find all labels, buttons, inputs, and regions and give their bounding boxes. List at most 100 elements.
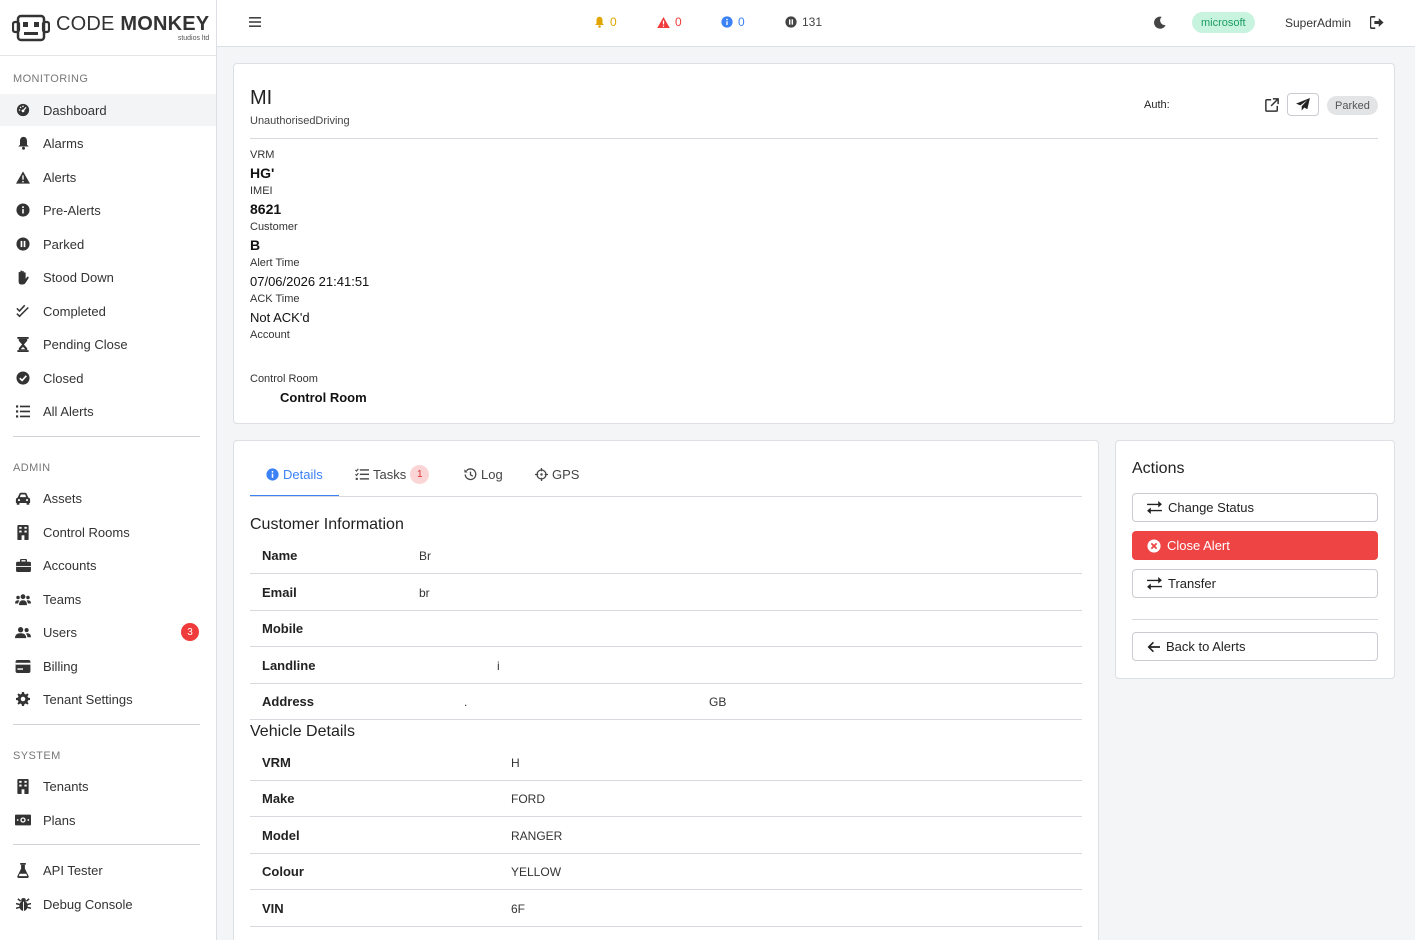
moon-icon[interactable] [1154,16,1166,29]
parked-count: 131 [802,15,823,29]
table-row: Landline i [250,647,1082,684]
external-link-icon[interactable] [1265,98,1279,112]
sidebar-item-plans[interactable]: Plans [0,804,216,836]
sidebar-item-assets[interactable]: Assets [0,482,216,514]
tenant-badge[interactable]: microsoft [1192,12,1255,33]
sidebar-item-accounts[interactable]: Accounts [0,549,216,581]
history-icon [464,468,477,481]
row-value: FORD [511,792,545,806]
row-value: YELLOW [511,865,562,879]
row-value: br [419,586,430,600]
control-room-value: Control Room [280,390,367,405]
paper-plane-icon [1296,98,1310,111]
sidebar-item-label: Pending Close [43,336,128,352]
sidebar-item-debug-console[interactable]: Debug Console [0,888,216,920]
brand-logo[interactable]: CODE MONKEY studios ltd [0,0,216,56]
ack-time-value: Not ACK'd [250,310,310,325]
sidebar-item-api-tester[interactable]: API Tester [0,854,216,886]
customer-info-title: Customer Information [250,516,404,533]
tab-log[interactable]: Log [464,467,503,497]
tab-label: Tasks [373,467,407,482]
table-row: Mobile [250,610,1082,647]
sidebar-item-completed[interactable]: Completed [0,295,216,327]
sidebar-item-label: Closed [43,370,84,386]
briefcase-icon [15,557,31,573]
row-value: 6F [511,902,526,916]
divider [250,138,1378,139]
sidebar-item-label: Dashboard [43,102,107,118]
back-to-alerts-button[interactable]: Back to Alerts [1132,632,1378,661]
sidebar-item-alerts[interactable]: Alerts [0,161,216,193]
row-key: Address [262,694,315,709]
sidebar-item-all-alerts[interactable]: All Alerts [0,395,216,427]
sidebar-item-label: Accounts [43,557,97,573]
info-circle-icon [266,468,279,481]
table-row: Colour YELLOW [250,853,1082,890]
tabs-divider [250,496,1082,497]
sidebar-item-label: All Alerts [43,403,94,419]
tab-label: GPS [552,467,580,482]
table-row: Address . GB [250,683,1082,720]
prealerts-counter[interactable]: 0 [721,15,745,29]
alert-type: UnauthorisedDriving [250,115,350,127]
monkey-logo-icon [12,14,50,41]
alert-time-label: Alert Time [250,257,300,269]
alerts-counter[interactable]: 0 [657,15,682,29]
sidebar-item-dashboard[interactable]: Dashboard [0,94,216,126]
row-key: Make [262,791,295,806]
row-key: Model [262,828,300,843]
tab-details[interactable]: Details [250,467,339,497]
sidebar-item-label: Billing [43,658,78,674]
alert-time-value: 07/06/2026 21:41:51 [250,274,370,289]
row-value: RANGER [511,829,563,843]
alarms-counter[interactable]: 0 [594,15,617,29]
sidebar-item-billing[interactable]: Billing [0,650,216,682]
sidebar-item-closed[interactable]: Closed [0,362,216,394]
sidebar-item-parked[interactable]: Parked [0,228,216,260]
sidebar-item-alarms[interactable]: Alarms [0,127,216,159]
warning-icon [15,169,31,185]
logout-icon[interactable] [1370,16,1384,29]
top-bar: 0 0 0 131 microsoft SuperAdmin [217,0,1415,47]
billing-icon [15,658,31,674]
close-alert-button[interactable]: Close Alert [1132,531,1378,560]
row-value: . [464,695,468,709]
sidebar-item-label: API Tester [43,862,103,878]
row-key: Landline [262,658,316,673]
sidebar-item-tenant-settings[interactable]: Tenant Settings [0,683,216,715]
button-label: Close Alert [1167,538,1230,553]
user-name[interactable]: SuperAdmin [1285,16,1351,30]
send-button[interactable] [1287,93,1319,116]
list-icon [15,403,31,419]
sidebar-divider [13,724,200,725]
car-icon [15,490,31,506]
alert-title: MI [250,87,273,109]
sidebar-item-teams[interactable]: Teams [0,583,216,615]
button-label: Transfer [1168,576,1216,591]
tab-gps[interactable]: GPS [535,467,579,497]
sidebar-item-stood-down[interactable]: Stood Down [0,261,216,293]
sidebar-item-users[interactable]: Users 3 [0,616,216,648]
transfer-button[interactable]: Transfer [1132,569,1378,598]
change-status-button[interactable]: Change Status [1132,493,1378,522]
brand-name: CODE MONKEY [56,12,210,35]
actions-title: Actions [1132,460,1185,477]
flask-icon [15,862,31,878]
actions-card: Actions Change Status Close Alert Transf… [1115,440,1395,679]
sidebar-item-pre-alerts[interactable]: Pre-Alerts [0,194,216,226]
sidebar-item-label: Stood Down [43,269,114,285]
parked-counter[interactable]: 131 [785,15,822,29]
sidebar-item-pending-close[interactable]: Pending Close [0,328,216,360]
tab-label: Log [481,467,503,482]
bell-icon [15,135,31,151]
sidebar-item-control-rooms[interactable]: Control Rooms [0,516,216,548]
row-value-country: GB [709,695,727,709]
row-value: H [511,756,520,770]
hamburger-menu-icon[interactable] [249,16,261,28]
sidebar-item-tenants[interactable]: Tenants [0,770,216,802]
alarms-count: 0 [610,15,617,29]
tab-tasks[interactable]: Tasks 1 [355,465,430,497]
close-circle-icon [1147,538,1161,553]
actions-divider [1132,619,1378,620]
button-label: Back to Alerts [1166,639,1246,654]
